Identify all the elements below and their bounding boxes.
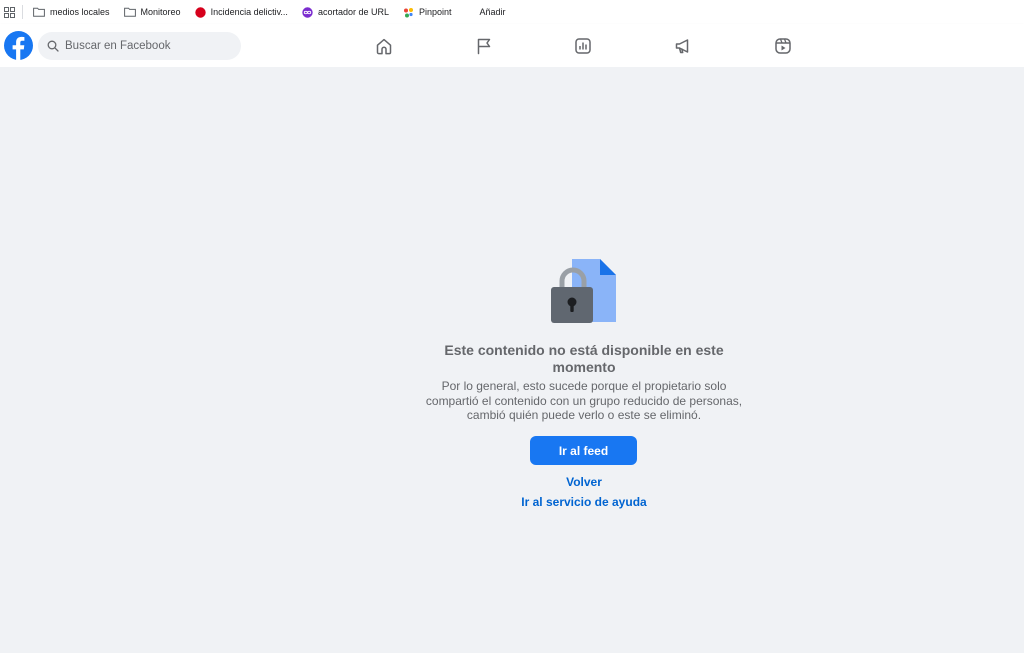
reels-icon[interactable] <box>773 36 793 56</box>
search-placeholder: Buscar en Facebook <box>65 40 171 52</box>
flag-icon[interactable] <box>474 36 494 56</box>
content-locked-icon <box>550 258 618 324</box>
pinpoint-icon <box>403 7 414 18</box>
bookmark-medios-locales[interactable]: medios locales <box>33 7 110 17</box>
home-icon[interactable] <box>374 36 394 56</box>
back-link[interactable]: Volver <box>424 475 744 489</box>
facebook-header: Buscar en Facebook <box>0 24 1024 67</box>
bookmark-pinpoint[interactable]: Pinpoint <box>403 7 452 18</box>
folder-icon <box>123 7 136 17</box>
bookmark-incidencia-delictiva[interactable]: Incidencia delictiv... <box>194 6 288 18</box>
folder-icon <box>33 7 45 17</box>
bookmark-label: medios locales <box>50 7 110 17</box>
apps-grid-icon[interactable] <box>2 5 16 19</box>
megaphone-icon[interactable] <box>673 36 693 56</box>
bookmark-anadir[interactable]: Añadir <box>480 7 506 17</box>
bookmark-label: Incidencia delictiv... <box>210 7 288 17</box>
bookmark-label: Monitoreo <box>140 7 181 17</box>
bookmarks-separator <box>22 5 23 19</box>
unavailable-title: Este contenido no está disponible en est… <box>444 342 724 375</box>
red-dot-icon <box>194 6 206 18</box>
help-center-link[interactable]: Ir al servicio de ayuda <box>424 495 744 509</box>
bookmark-label: acortador de URL <box>317 7 389 17</box>
facebook-logo-icon[interactable] <box>4 31 33 60</box>
chart-icon[interactable] <box>573 36 593 56</box>
search-icon <box>47 40 59 52</box>
unavailable-description: Por lo general, esto sucede porque el pr… <box>425 379 743 422</box>
bookmark-label: Pinpoint <box>418 7 452 17</box>
bookmark-acortador-de-url[interactable]: acortador de URL <box>302 6 389 18</box>
link-shortener-icon <box>302 6 313 18</box>
go-to-feed-button[interactable]: Ir al feed <box>530 436 637 465</box>
bookmark-monitoreo[interactable]: Monitoreo <box>123 7 181 17</box>
search-input[interactable]: Buscar en Facebook <box>38 32 241 60</box>
bookmark-label: Añadir <box>479 7 506 17</box>
bookmarks-bar: medios locales Monitoreo Incidencia deli… <box>0 0 1024 24</box>
